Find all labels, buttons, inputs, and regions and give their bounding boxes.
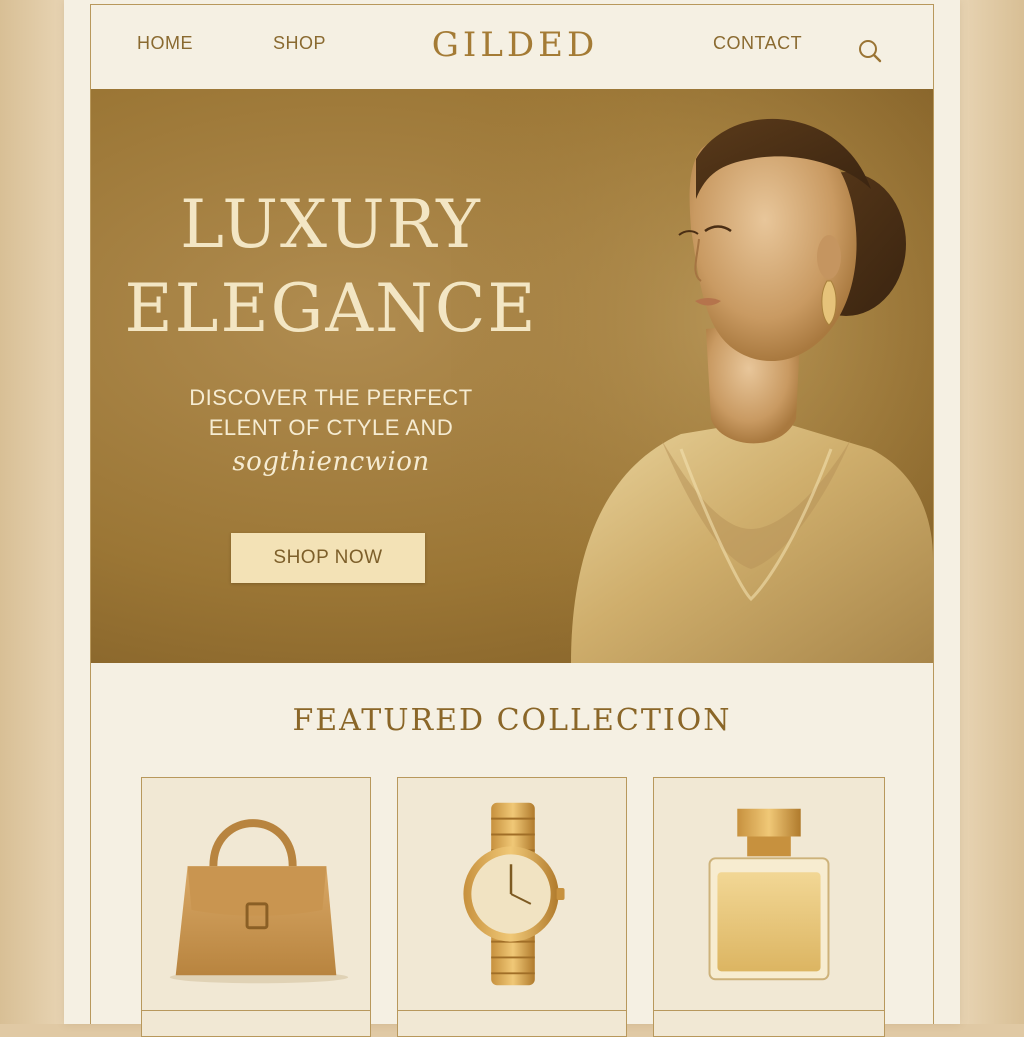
- hero-headline-line1: LUXURY: [180, 186, 482, 263]
- product-card-divider: [398, 1010, 626, 1011]
- nav-link-shop[interactable]: SHOP: [273, 33, 326, 54]
- hero-subtitle-line3: sogthiencwion: [232, 447, 430, 477]
- perfume-bottle-icon: [708, 808, 830, 981]
- product-card-handbag[interactable]: [141, 777, 371, 1037]
- website-page: HOME SHOP GILDED CONTACT LUXURY ELEGANCE…: [64, 0, 960, 1037]
- product-card-divider: [142, 1010, 370, 1011]
- product-card-perfume[interactable]: [653, 777, 885, 1037]
- page-frame: HOME SHOP GILDED CONTACT LUXURY ELEGANCE…: [90, 4, 934, 1037]
- watch-icon: [463, 802, 565, 986]
- product-card-watch[interactable]: [397, 777, 627, 1037]
- shop-now-button[interactable]: SHOP NOW: [231, 533, 425, 583]
- handbag-icon: [169, 819, 349, 984]
- search-button[interactable]: [857, 38, 883, 64]
- hero-headline: LUXURY ELEGANCE: [111, 183, 551, 351]
- nav-link-home[interactable]: HOME: [137, 33, 193, 54]
- nav-link-contact[interactable]: CONTACT: [713, 33, 802, 54]
- hero-subtitle-line1: DISCOVER THE PERFECT: [189, 385, 473, 410]
- hero-subtitle: DISCOVER THE PERFECT ELENT OF CTYLE AND …: [131, 383, 531, 477]
- hero-banner: LUXURY ELEGANCE DISCOVER THE PERFECT ELE…: [91, 89, 933, 663]
- hero-subtitle-line2: ELENT OF CTYLE AND: [208, 415, 454, 440]
- brand-logo[interactable]: GILDED: [391, 25, 639, 65]
- featured-collection-heading: FEATURED COLLECTION: [292, 703, 732, 738]
- product-card-divider: [654, 1010, 884, 1011]
- top-navigation: HOME SHOP GILDED CONTACT: [91, 5, 933, 90]
- model-portrait-image: [451, 89, 933, 663]
- hero-headline-line2: ELEGANCE: [124, 270, 538, 347]
- search-icon: [859, 40, 882, 63]
